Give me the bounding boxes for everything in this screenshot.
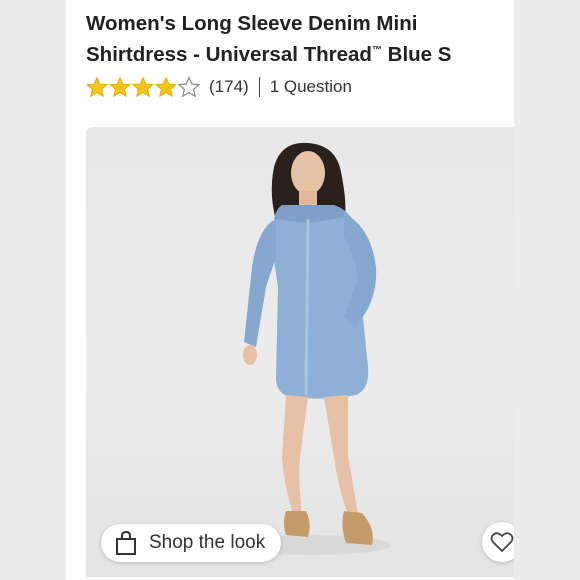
questions-link[interactable]: 1 Question bbox=[270, 77, 352, 97]
star-filled-icon bbox=[86, 76, 108, 98]
product-title-tail: Blue S bbox=[381, 42, 452, 66]
product-photo[interactable] bbox=[86, 127, 514, 577]
shop-the-look-label: Shop the look bbox=[149, 532, 266, 553]
star-rating[interactable] bbox=[86, 76, 201, 98]
star-filled-icon bbox=[155, 76, 177, 98]
shop-the-look-button[interactable]: Shop the look bbox=[101, 524, 281, 562]
product-card: Women's Long Sleeve Denim Mini Shirtdres… bbox=[66, 0, 514, 580]
favorite-button[interactable] bbox=[482, 522, 514, 562]
model-in-denim-dress-image bbox=[231, 142, 391, 555]
star-filled-icon bbox=[109, 76, 131, 98]
right-backdrop bbox=[514, 0, 580, 580]
heart-icon bbox=[490, 532, 514, 553]
star-empty-icon bbox=[178, 76, 200, 98]
left-backdrop bbox=[0, 0, 66, 580]
star-filled-icon bbox=[132, 76, 154, 98]
review-count[interactable]: (174) bbox=[209, 77, 249, 97]
shopping-bag-icon bbox=[116, 531, 136, 555]
trademark-symbol: ™ bbox=[371, 45, 382, 56]
divider bbox=[258, 77, 260, 97]
product-title-text: Women's Long Sleeve Denim Mini Shirtdres… bbox=[86, 12, 418, 66]
product-title: Women's Long Sleeve Denim Mini Shirtdres… bbox=[86, 10, 506, 68]
rating-row: (174) 1 Question bbox=[86, 74, 352, 100]
